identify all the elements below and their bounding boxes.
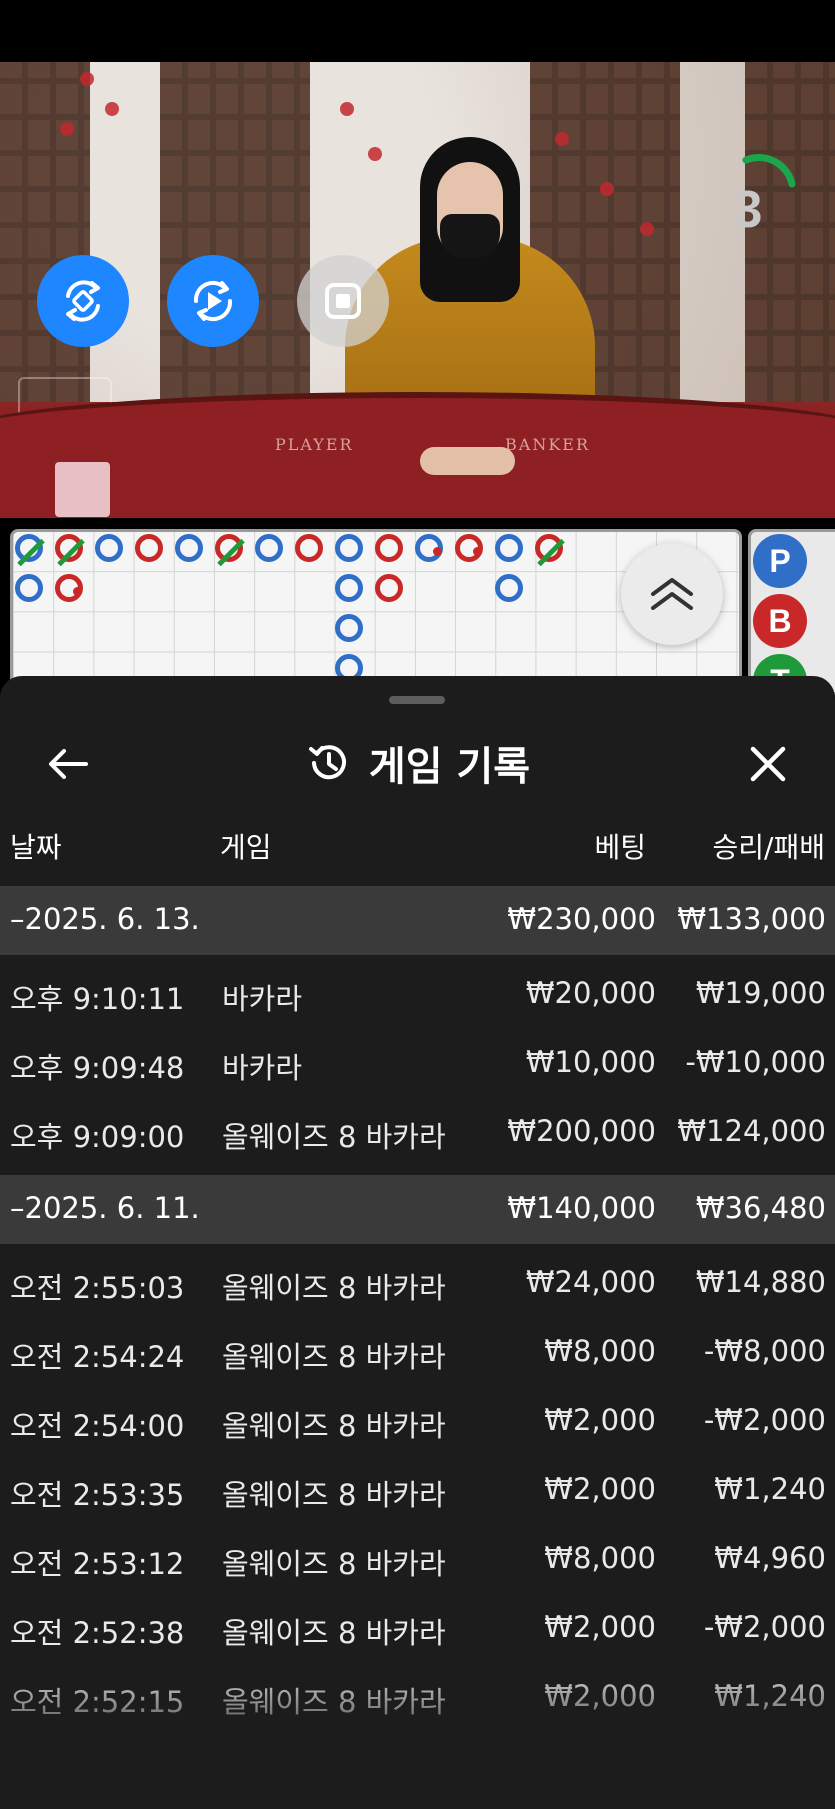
sheet-drag-handle[interactable] bbox=[389, 696, 445, 704]
bead-player bbox=[95, 534, 123, 562]
row-winloss: ₩1,240 bbox=[714, 1679, 826, 1713]
group-total-winloss: ₩36,480 bbox=[695, 1191, 826, 1225]
column-header-date: 날짜 bbox=[10, 831, 62, 864]
group-date: –2025. 6. 11. bbox=[10, 1191, 200, 1225]
bead-player bbox=[335, 534, 363, 562]
group-total-winloss: ₩133,000 bbox=[677, 902, 826, 936]
bead-player bbox=[175, 534, 203, 562]
row-game: 올웨이즈 8 바카라 bbox=[222, 1478, 446, 1512]
autoplay-icon bbox=[193, 280, 233, 322]
bead-player bbox=[415, 534, 443, 562]
column-header-bet: 베팅 bbox=[594, 831, 646, 864]
bead-banker bbox=[55, 534, 85, 567]
prediction-panel[interactable]: P B T bbox=[748, 529, 835, 695]
row-time: 오후 9:09:48 bbox=[10, 1051, 185, 1085]
row-bet: ₩10,000 bbox=[525, 1045, 656, 1079]
group-date: –2025. 6. 13. bbox=[10, 902, 200, 936]
row-winloss: -₩8,000 bbox=[703, 1334, 826, 1368]
row-winloss: ₩1,240 bbox=[714, 1472, 826, 1506]
history-icon bbox=[308, 745, 346, 780]
row-winloss: ₩124,000 bbox=[677, 1114, 826, 1148]
row-game: 바카라 bbox=[222, 1051, 303, 1085]
row-bet: ₩2,000 bbox=[544, 1403, 656, 1437]
predict-player-chip[interactable]: P bbox=[753, 534, 807, 588]
expand-roadmap-button[interactable] bbox=[621, 543, 723, 645]
live-video-stream: PLAYER BANKER 3 bbox=[0, 62, 835, 518]
row-game: 올웨이즈 8 바카라 bbox=[222, 1616, 446, 1650]
bead-player bbox=[495, 534, 523, 562]
row-winloss: ₩19,000 bbox=[695, 976, 826, 1010]
countdown-number: 3 bbox=[733, 181, 763, 239]
game-history-sheet: 게임 기록 날짜 게임 베팅 승리/패배 –2025. 6. 13. ₩230,… bbox=[0, 676, 835, 1809]
close-icon bbox=[750, 746, 786, 782]
bead-banker bbox=[375, 574, 403, 602]
row-time: 오전 2:55:03 bbox=[10, 1271, 185, 1305]
row-time: 오전 2:53:35 bbox=[10, 1478, 185, 1512]
felt-label-player: PLAYER bbox=[275, 435, 354, 454]
status-bar bbox=[0, 0, 835, 62]
stop-icon bbox=[325, 283, 361, 319]
predict-banker-chip[interactable]: B bbox=[753, 594, 807, 648]
bead-banker bbox=[55, 574, 83, 602]
row-winloss: -₩2,000 bbox=[703, 1610, 826, 1644]
sheet-title: 게임 기록 bbox=[368, 744, 531, 790]
rotate-sync-icon bbox=[66, 280, 100, 322]
bead-player bbox=[495, 574, 523, 602]
row-time: 오전 2:52:15 bbox=[10, 1685, 185, 1719]
row-winloss: -₩2,000 bbox=[703, 1403, 826, 1437]
row-time: 오전 2:53:12 bbox=[10, 1547, 185, 1581]
bead-banker bbox=[295, 534, 323, 562]
date-group-header[interactable]: –2025. 6. 11. ₩140,000 ₩36,480 bbox=[0, 1175, 835, 1244]
row-bet: ₩2,000 bbox=[544, 1679, 656, 1713]
group-total-bet: ₩140,000 bbox=[507, 1191, 656, 1225]
bead-banker bbox=[535, 534, 565, 567]
bead-player bbox=[15, 534, 45, 567]
row-bet: ₩200,000 bbox=[507, 1114, 656, 1148]
bead-player bbox=[255, 534, 283, 562]
row-game: 올웨이즈 8 바카라 bbox=[222, 1409, 446, 1443]
stop-button[interactable] bbox=[297, 255, 389, 347]
row-bet: ₩8,000 bbox=[544, 1334, 656, 1368]
row-time: 오후 9:09:00 bbox=[10, 1120, 185, 1154]
bead-banker bbox=[135, 534, 163, 562]
row-bet: ₩2,000 bbox=[544, 1610, 656, 1644]
bead-banker bbox=[375, 534, 403, 562]
bead-player bbox=[15, 574, 43, 602]
row-time: 오후 9:10:11 bbox=[10, 982, 185, 1016]
bead-banker bbox=[455, 534, 483, 562]
column-header-winloss: 승리/패배 bbox=[712, 831, 825, 864]
row-game: 올웨이즈 8 바카라 bbox=[222, 1547, 446, 1581]
row-bet: ₩20,000 bbox=[525, 976, 656, 1010]
row-winloss: ₩4,960 bbox=[714, 1541, 826, 1575]
felt-label-banker: BANKER bbox=[505, 435, 590, 454]
row-bet: ₩8,000 bbox=[544, 1541, 656, 1575]
group-total-bet: ₩230,000 bbox=[507, 902, 656, 936]
row-time: 오전 2:52:38 bbox=[10, 1616, 185, 1650]
bead-banker bbox=[215, 534, 245, 567]
row-bet: ₩24,000 bbox=[525, 1265, 656, 1299]
close-button[interactable] bbox=[728, 724, 808, 804]
row-winloss: -₩10,000 bbox=[685, 1045, 826, 1079]
bead-player bbox=[335, 614, 363, 642]
row-bet: ₩2,000 bbox=[544, 1472, 656, 1506]
date-group-header[interactable]: –2025. 6. 13. ₩230,000 ₩133,000 bbox=[0, 886, 835, 955]
row-game: 바카라 bbox=[222, 982, 303, 1016]
column-header-game: 게임 bbox=[220, 831, 272, 864]
rotate-sync-button[interactable] bbox=[37, 255, 129, 347]
row-game: 올웨이즈 8 바카라 bbox=[222, 1340, 446, 1374]
double-chevron-up-icon bbox=[651, 578, 693, 610]
row-game: 올웨이즈 8 바카라 bbox=[222, 1120, 446, 1154]
row-time: 오전 2:54:00 bbox=[10, 1409, 185, 1443]
row-time: 오전 2:54:24 bbox=[10, 1340, 185, 1374]
row-game: 올웨이즈 8 바카라 bbox=[222, 1685, 446, 1719]
row-winloss: ₩14,880 bbox=[695, 1265, 826, 1299]
row-game: 올웨이즈 8 바카라 bbox=[222, 1271, 446, 1305]
autoplay-button[interactable] bbox=[167, 255, 259, 347]
bead-player bbox=[335, 574, 363, 602]
